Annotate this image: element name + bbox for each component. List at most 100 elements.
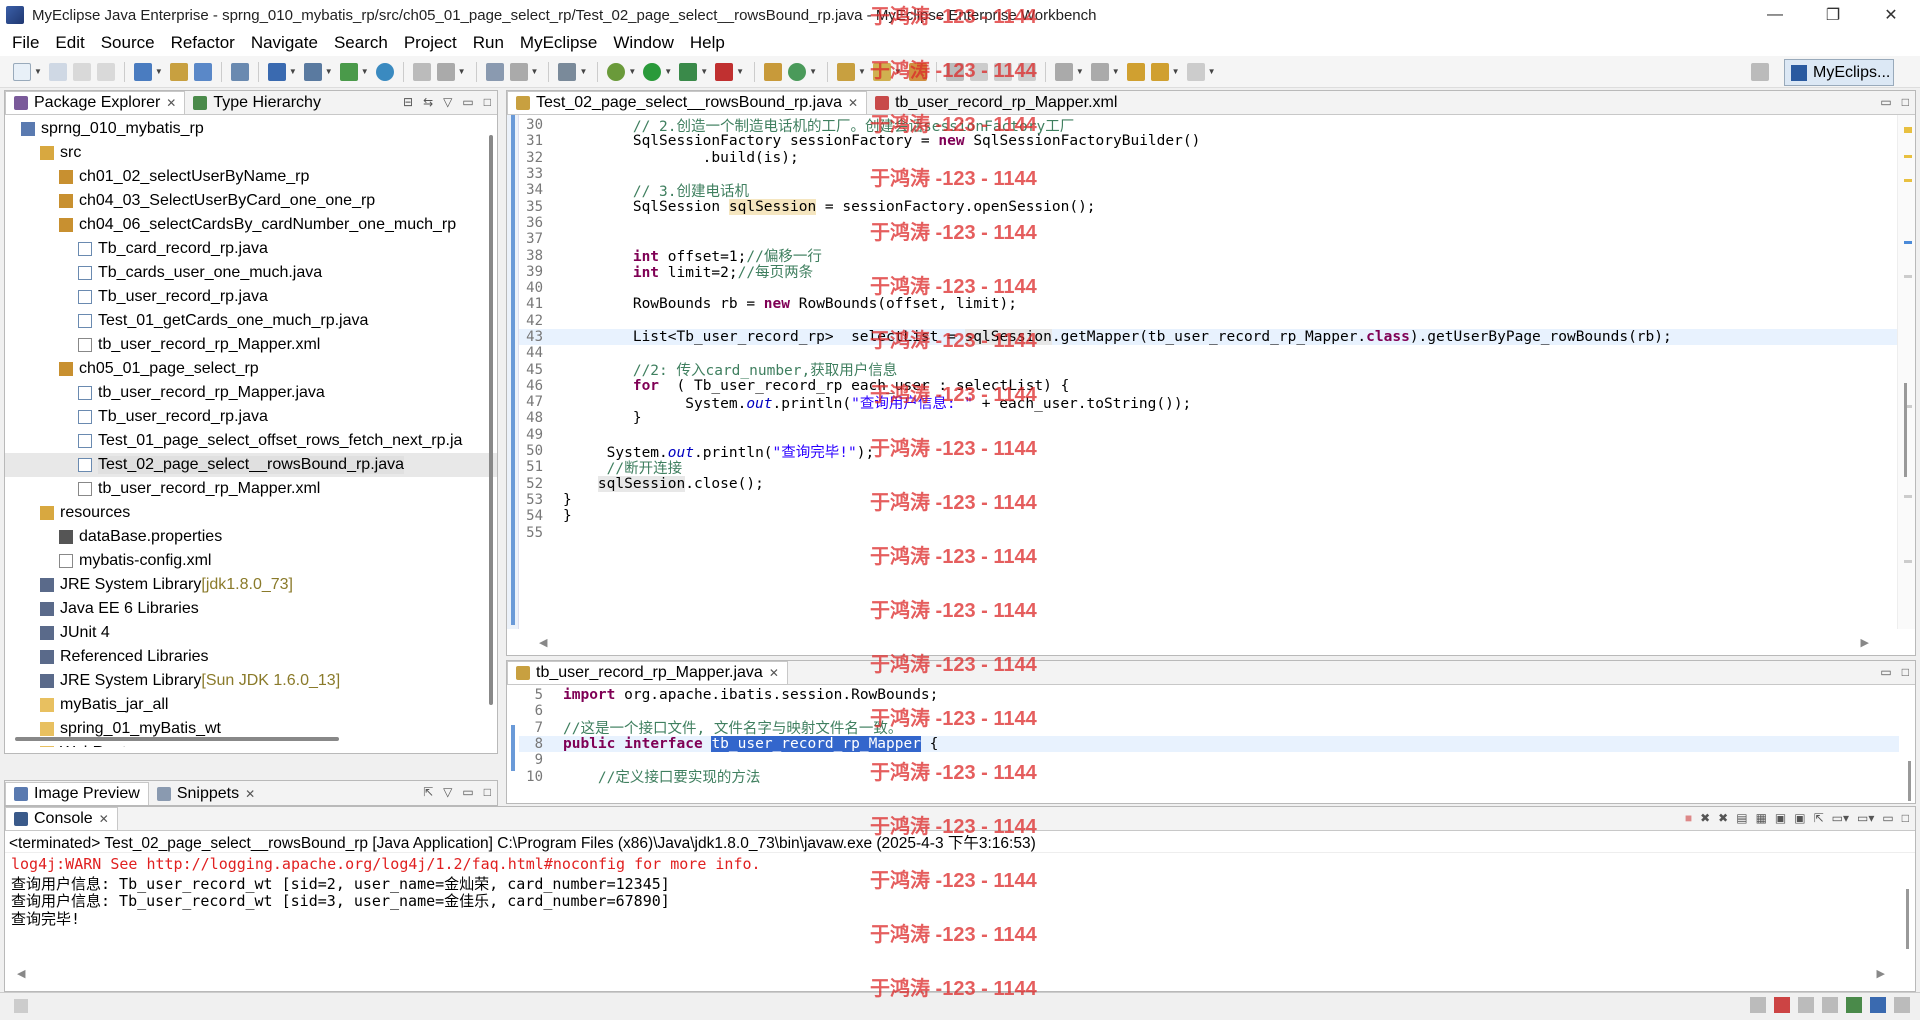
code-line[interactable]: 51 //断开连接 [519,459,1899,477]
status-icon[interactable] [1750,997,1766,1013]
tree-item[interactable]: ch05_01_page_select_rp [5,357,497,381]
code-line[interactable]: 35 SqlSession sqlSession = sessionFactor… [519,198,1899,215]
deploy-icon[interactable] [267,62,286,81]
server-icon[interactable] [230,62,249,81]
code-line[interactable]: 32 .build(is); [519,150,1899,166]
save-icon[interactable] [48,62,67,81]
maximize-view-icon[interactable]: □ [484,785,491,799]
code-line[interactable]: 45 //2: 传入card_number,获取用户信息 [519,361,1899,380]
tree-item[interactable]: Test_01_page_select_offset_rows_fetch_ne… [5,429,497,453]
code-line[interactable]: 10 //定义接口要实现的方法 [519,768,1899,787]
external-tools-icon[interactable] [715,62,734,81]
code-line[interactable]: 55 [519,524,1899,541]
tab-test-02-java[interactable]: Test_02_page_select__rowsBound_rp.java ✕ [507,91,868,114]
tree-item[interactable]: JRE System Library [Sun JDK 1.6.0_13] [5,669,497,693]
tree-item[interactable]: Tb_card_record_rp.java [5,237,497,261]
console-output[interactable]: log4j:WARN See http://logging.apache.org… [5,853,1915,928]
menu-source[interactable]: Source [93,33,163,53]
chevron-down-icon[interactable]: ▼ [458,67,466,76]
code-line[interactable]: 42 [519,313,1899,329]
tree-item[interactable]: tb_user_record_rp_Mapper.xml [5,333,497,357]
code-line[interactable]: 31 SqlSessionFactory sessionFactory = ne… [519,133,1899,149]
new-icon[interactable] [13,62,31,81]
code-line[interactable]: 48 } [519,410,1899,426]
code-line[interactable]: 36 [519,215,1899,231]
menu-help[interactable]: Help [682,33,733,53]
tree-horizontal-scrollbar[interactable] [15,737,339,741]
view-menu-icon[interactable]: ▽ [443,785,452,799]
tree-item[interactable]: JRE System Library [jdk1.8.0_73] [5,573,497,597]
code-line[interactable]: 54} [519,508,1899,524]
deploy-project-icon[interactable] [339,62,358,81]
overview-ruler[interactable] [1897,115,1915,629]
ui-designer-icon[interactable] [485,62,504,81]
menu-window[interactable]: Window [605,33,681,53]
terminate-icon[interactable]: ■ [1685,811,1692,825]
block-icon[interactable] [993,62,1012,81]
menu-navigate[interactable]: Navigate [243,33,326,53]
console-vertical-scrollbar[interactable] [1906,889,1909,949]
tree-item[interactable]: resources [5,501,497,525]
minimize-view-icon[interactable]: ▭ [1880,95,1891,109]
status-icon[interactable] [1846,997,1862,1013]
tree-item[interactable]: Tb_user_record_rp.java [5,405,497,429]
debug-icon[interactable] [607,62,626,81]
code-line[interactable]: 53} [519,492,1899,508]
chevron-down-icon[interactable]: ▼ [579,67,587,76]
menu-run[interactable]: Run [465,33,512,53]
code-line[interactable]: 8 public interface tb_user_record_rp_Mapp… [519,735,1899,753]
tree-vertical-scrollbar[interactable] [489,135,493,705]
chevron-down-icon[interactable]: ▼ [1112,67,1120,76]
paragraph-icon[interactable] [1017,62,1036,81]
chevron-down-icon[interactable]: ▼ [894,67,902,76]
console-horizontal-scrollbar[interactable]: ◀ ▶ [11,967,1891,985]
chevron-down-icon[interactable]: ▼ [628,67,636,76]
code-line[interactable]: 39 int limit=2;//每页两条 [519,264,1899,282]
remove-all-icon[interactable]: ✖ [1718,811,1728,825]
code-line[interactable]: 30 // 2.创造一个制造电话机的工厂。创建会话sessionFactory工… [519,117,1899,135]
forward-icon[interactable] [1186,62,1205,81]
close-icon[interactable]: ✕ [166,96,176,110]
occurrence-marker[interactable] [1904,241,1912,244]
search-icon[interactable] [908,62,927,81]
tree-item[interactable]: mybatis-config.xml [5,549,497,573]
show-stdout-icon[interactable]: ▣ [1775,811,1786,825]
tab-snippets[interactable]: Snippets ✕ [149,782,263,805]
tree-item[interactable]: myBatis_jar_all [5,693,497,717]
scroll-left-icon[interactable]: ◀ [17,967,25,985]
open-type-icon[interactable] [764,62,783,81]
new-package-icon[interactable] [169,62,188,81]
chevron-down-icon[interactable]: ▼ [325,67,333,76]
tree-item[interactable]: WebRoot [5,741,497,747]
warning-marker[interactable] [1904,155,1912,158]
tab-package-explorer[interactable]: Package Explorer ✕ [5,91,186,114]
close-icon[interactable]: ✕ [245,787,255,801]
chevron-down-icon[interactable]: ▼ [1172,67,1180,76]
close-button[interactable]: ✕ [1862,0,1920,30]
open-console-icon[interactable]: ▭▾ [1857,811,1874,825]
chevron-down-icon[interactable]: ▼ [736,67,744,76]
close-icon[interactable]: ✕ [769,666,779,680]
occurrence-marker[interactable] [1904,560,1912,563]
camera-icon[interactable] [558,62,577,81]
tree-item[interactable]: Tb_user_record_rp.java [5,285,497,309]
tree-item[interactable]: JUnit 4 [5,621,497,645]
menu-project[interactable]: Project [396,33,465,53]
pencil-icon[interactable] [872,62,891,81]
myeclipse-perspective-button[interactable]: MyEclips... [1784,59,1894,86]
code-line[interactable]: 40 [519,280,1899,296]
code-line[interactable]: 52 sqlSession.close(); [519,475,1899,492]
tree-item[interactable]: ch04_03_SelectUserByCard_one_one_rp [5,189,497,213]
view-menu-icon[interactable]: ▽ [443,95,452,109]
mapper-vertical-scrollbar[interactable] [1908,761,1911,801]
show-stderr-icon[interactable]: ▣ [1794,811,1805,825]
tree-item[interactable]: tb_user_record_rp_Mapper.java [5,381,497,405]
warning-marker[interactable] [1904,179,1912,182]
chevron-down-icon[interactable]: ▼ [531,67,539,76]
close-icon[interactable]: ✕ [848,96,858,110]
tab-mapper-xml[interactable]: tb_user_record_rp_Mapper.xml [867,91,1125,114]
run-icon[interactable] [643,62,662,81]
status-icon[interactable] [1798,997,1814,1013]
tree-item[interactable]: ch04_06_selectCardsBy_cardNumber_one_muc… [5,213,497,237]
chevron-down-icon[interactable]: ▼ [700,67,708,76]
